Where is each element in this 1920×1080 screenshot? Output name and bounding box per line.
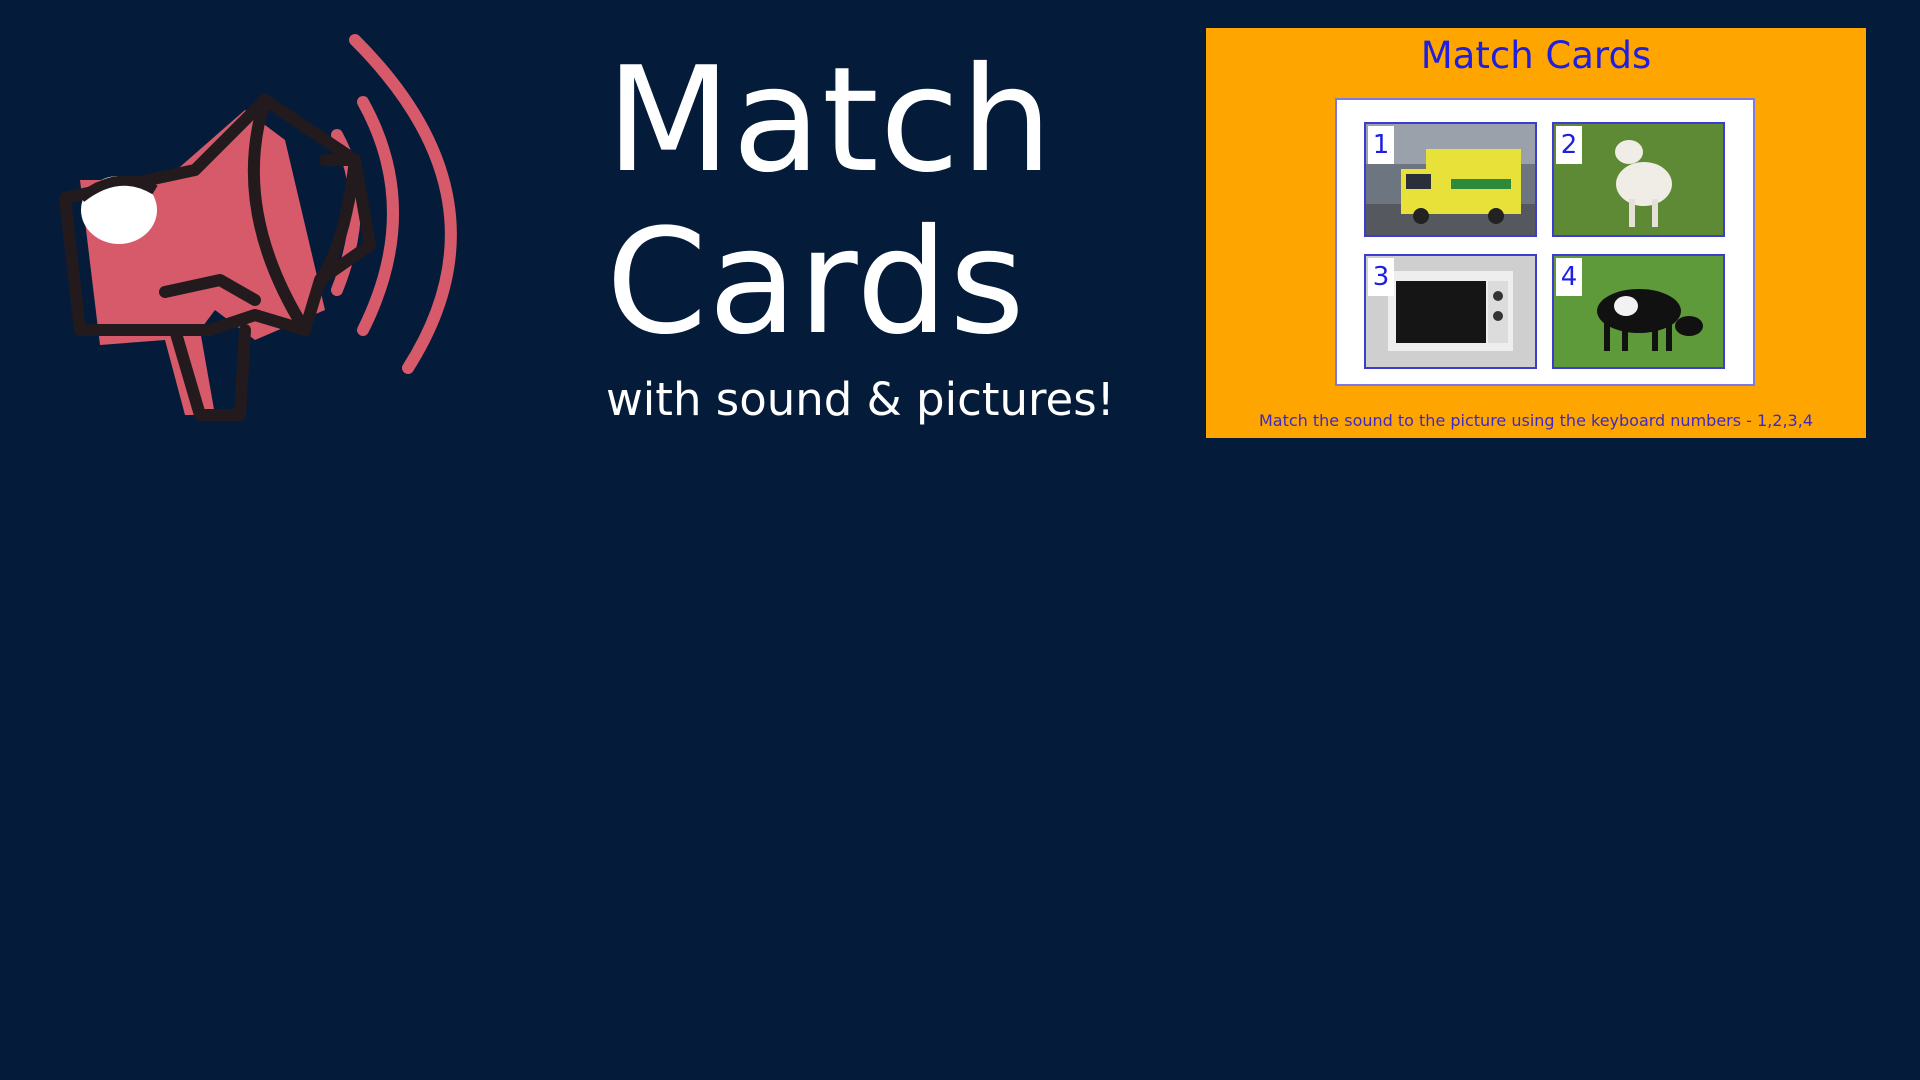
title-line-2: Cards <box>606 198 1026 367</box>
card-ambulance: 1 <box>1364 122 1537 237</box>
card-cow: 4 <box>1552 254 1725 369</box>
game-preview-image: Match Cards 1 2 3 4 Match the sound to t… <box>1206 28 1866 438</box>
title-line-1: Match <box>606 36 1054 205</box>
card-number-3: 3 <box>1368 258 1394 296</box>
card-microwave: 3 <box>1364 254 1537 369</box>
card-panel: 1 2 3 4 <box>1335 98 1755 386</box>
card-lamb: 2 <box>1552 122 1725 237</box>
card-number-1: 1 <box>1368 126 1394 164</box>
title-block: Match Cards with sound & pictures! <box>606 40 1115 428</box>
card-number-4: 4 <box>1556 258 1582 296</box>
preview-instructions: Match the sound to the picture using the… <box>1258 411 1813 430</box>
megaphone-icon <box>55 30 495 440</box>
card-number-2: 2 <box>1556 126 1582 164</box>
subtitle: with sound & pictures! <box>606 373 1115 426</box>
preview-title: Match Cards <box>1420 34 1652 77</box>
